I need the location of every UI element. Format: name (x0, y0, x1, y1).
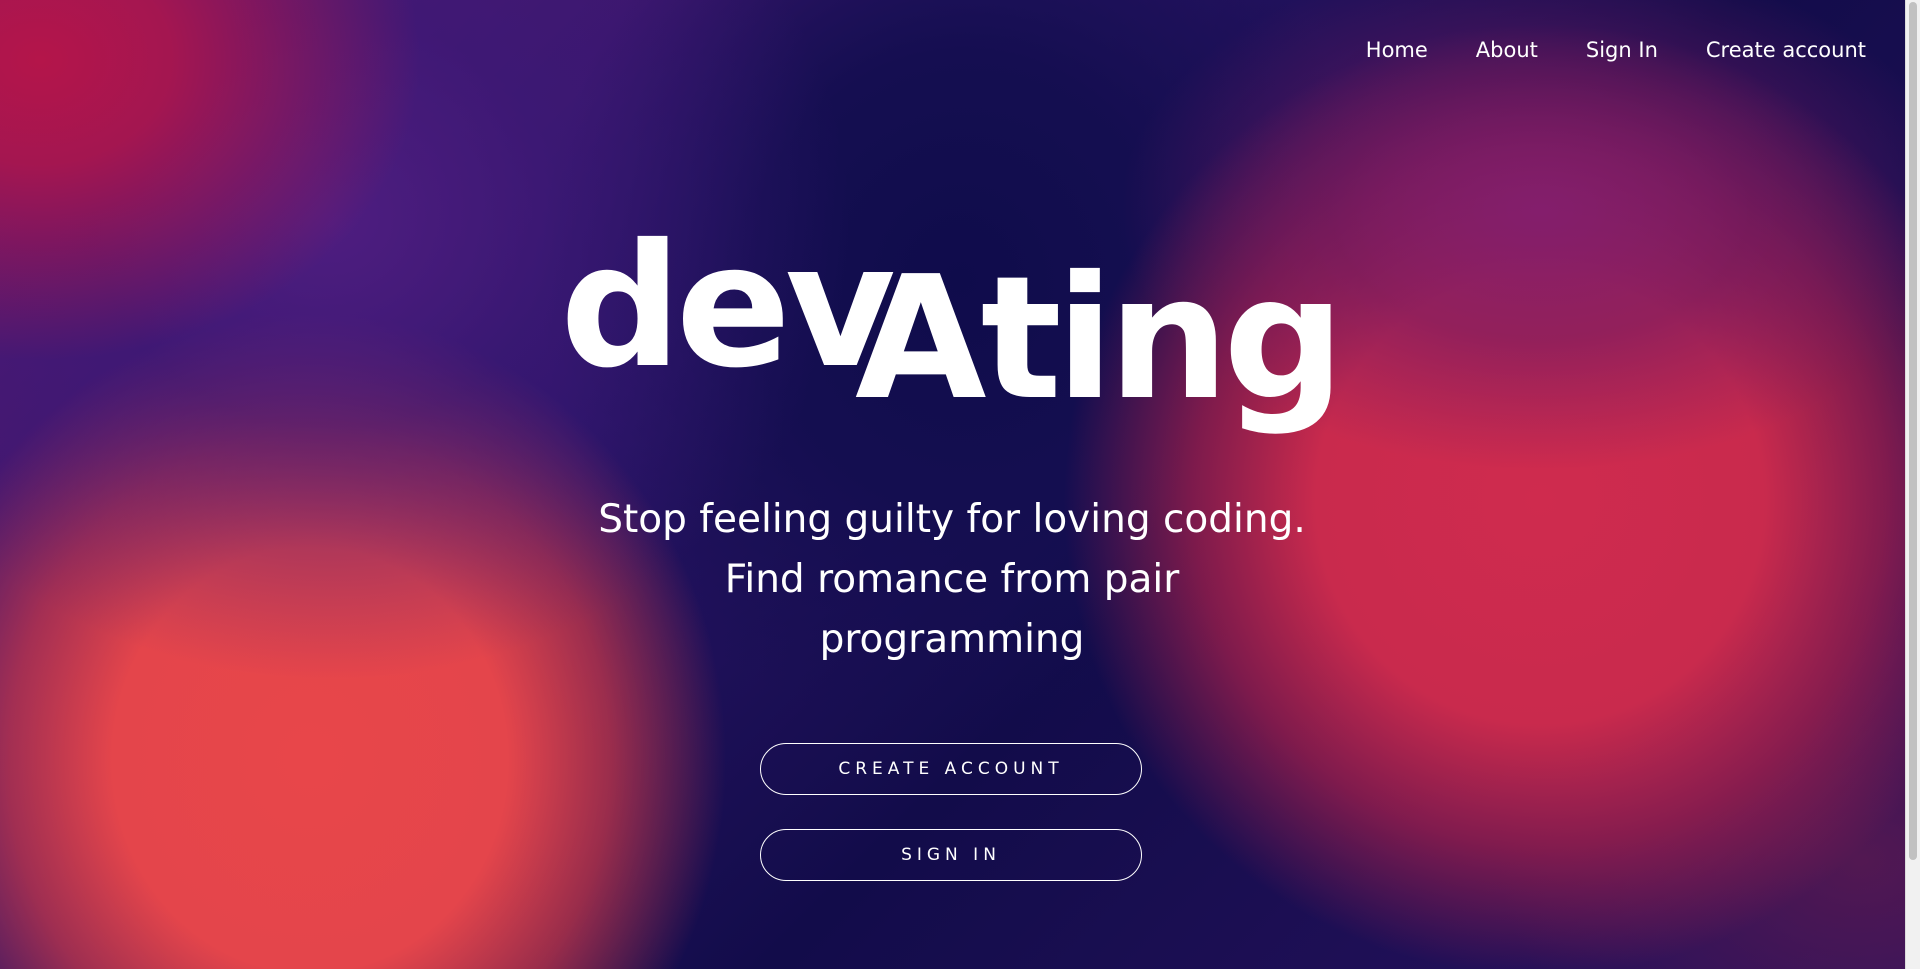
top-nav: Home About Sign In Create account (1366, 38, 1866, 62)
vertical-scrollbar[interactable] (1905, 0, 1920, 969)
sign-in-button[interactable]: SIGN IN (760, 829, 1142, 881)
tagline-line-1: Stop feeling guilty for loving coding. (598, 497, 1306, 542)
gradient-background (0, 0, 1920, 969)
nav-sign-in-link[interactable]: Sign In (1586, 38, 1658, 62)
tagline-line-3: programming (819, 617, 1085, 662)
create-account-button[interactable]: CREATE ACCOUNT (760, 743, 1142, 795)
nav-home-link[interactable]: Home (1366, 38, 1428, 62)
landing-page: Home About Sign In Create account dev At… (0, 0, 1920, 969)
hero-tagline: Stop feeling guilty for loving coding. F… (560, 490, 1344, 670)
nav-about-link[interactable]: About (1476, 38, 1538, 62)
logo-text-dev: dev (560, 208, 896, 406)
tagline-line-2: Find romance from pair (724, 557, 1180, 602)
logo-text-ating: Ating (855, 240, 1345, 438)
nav-create-account-link[interactable]: Create account (1706, 38, 1866, 62)
scrollbar-thumb[interactable] (1909, 2, 1917, 860)
